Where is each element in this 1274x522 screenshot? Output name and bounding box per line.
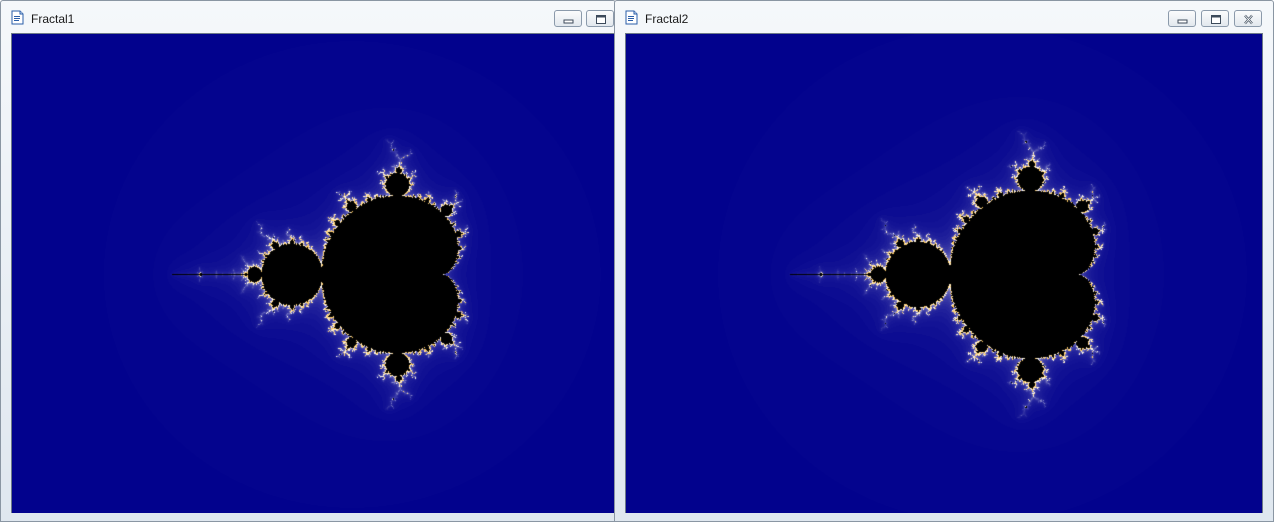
minimize-button[interactable] <box>554 10 582 27</box>
restore-button[interactable] <box>586 10 614 27</box>
close-button[interactable] <box>1234 10 1262 27</box>
fractal1-window[interactable]: Fractal1 <box>0 0 616 522</box>
document-icon <box>625 10 638 25</box>
window-title: Fractal2 <box>645 12 689 26</box>
minimize-button[interactable] <box>1168 10 1196 27</box>
minimize-icon <box>1177 19 1188 24</box>
window-title: Fractal1 <box>31 12 75 26</box>
restore-button[interactable] <box>1201 10 1229 27</box>
restore-icon <box>596 15 606 24</box>
minimize-icon <box>563 19 574 24</box>
fractal2-title-bar[interactable]: Fractal2 <box>615 1 1273 33</box>
fractal2-window[interactable]: Fractal2 <box>614 0 1274 522</box>
mandelbrot-canvas[interactable] <box>12 34 615 513</box>
fractal1-title-bar[interactable]: Fractal1 <box>1 1 615 33</box>
fractal1-view[interactable] <box>11 33 615 513</box>
close-icon <box>1244 14 1253 25</box>
fractal2-view[interactable] <box>625 33 1263 513</box>
restore-icon <box>1211 15 1221 24</box>
mandelbrot-canvas[interactable] <box>626 34 1262 513</box>
document-icon <box>11 10 24 25</box>
